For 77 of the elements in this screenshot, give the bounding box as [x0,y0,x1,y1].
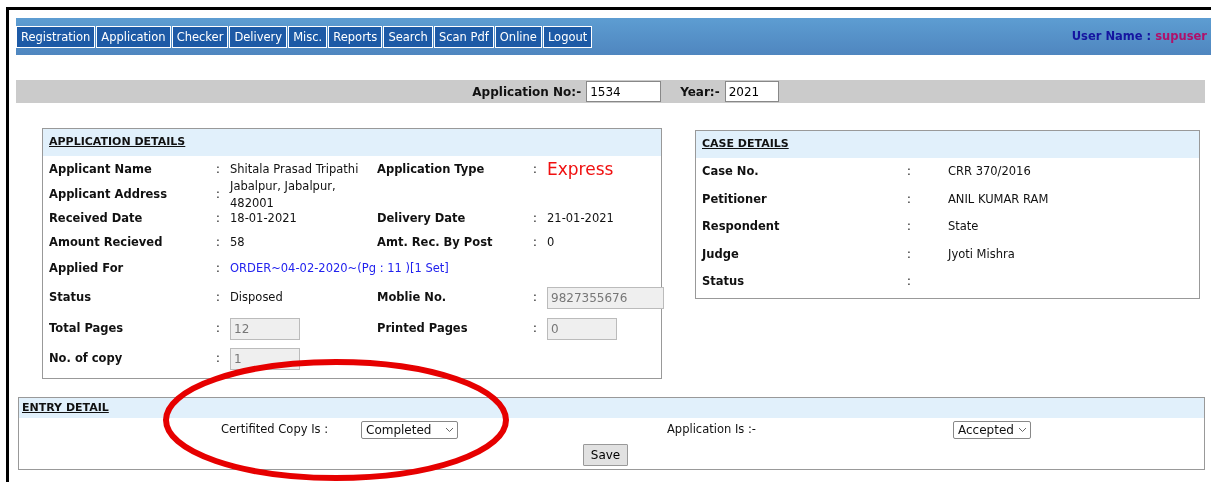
field-label: Judge [702,245,739,263]
field-value: 18-01-2021 [230,210,297,228]
field-label: Applicant Name [49,160,152,178]
field-label: Moblie No. [377,288,447,306]
field-label: Amount Recieved [49,234,163,252]
field-label: Received Date [49,210,143,228]
field-value: CRR 370/2016 [948,163,1031,181]
field-value: Jabalpur, Jabalpur, 482001 [230,177,337,212]
field-value: 58 [230,234,245,252]
menu-button[interactable]: Misc. [288,25,328,48]
colon: : [907,190,911,208]
readonly-field: 0 [547,317,617,340]
caret-icon [1018,427,1027,433]
user-name: User Name : supuser [1071,27,1207,45]
colon: : [216,319,220,337]
menu-button[interactable]: Online [494,25,542,48]
colon: : [533,160,537,178]
applied-for-link[interactable]: ORDER~04-02-2020~(Pg : 11 )[1 Set] [230,259,449,278]
field-label: Petitioner [702,190,767,208]
field-label: Status [49,288,92,306]
field-label: Application Type [377,160,485,178]
field-value: State [948,218,979,236]
readonly-field: 12 [230,317,300,340]
dropdown[interactable]: Completed [361,421,458,439]
colon: : [216,259,220,277]
field-label: No. of copy [49,350,123,368]
menu-button[interactable]: Search [383,25,433,48]
colon: : [533,319,537,337]
colon: : [533,234,537,252]
year-label: Year:- [680,83,720,101]
colon: : [216,210,220,228]
colon: : [907,273,911,291]
year-field[interactable]: 2021 [724,81,779,102]
panel-title: ENTRY DETAIL [22,399,109,416]
field-label: Status [702,273,745,291]
field-label: Applicant Address [49,186,168,204]
colon: : [907,163,911,181]
field-label: Amt. Rec. By Post [377,234,493,252]
panel-title: CASE DETAILS [702,136,789,153]
colon: : [907,245,911,263]
menu-button[interactable]: Reports [328,25,383,48]
field-value: 21-01-2021 [547,210,614,228]
dropdown[interactable]: Accepted [953,421,1031,439]
save-button[interactable]: Save [582,444,629,466]
colon: : [216,288,220,306]
field-value: Express [547,157,614,181]
field-value: Jyoti Mishra [948,245,1015,263]
menu-button[interactable]: Logout [542,25,593,48]
menu-button[interactable]: Application [96,25,171,48]
colon: : [216,350,220,368]
menu-button[interactable]: Registration [16,25,96,48]
caret-icon [445,427,454,433]
menu-button[interactable]: Checker [171,25,229,48]
field-value: Disposed [230,288,283,306]
certified-copy-label: Certifited Copy Is : [221,421,330,439]
field-label: Respondent [702,218,780,236]
field-label: Case No. [702,163,759,181]
field-label: Total Pages [49,319,124,337]
colon: : [216,234,220,252]
field-label: Applied For [49,259,124,277]
colon: : [216,160,220,178]
panel-title: APPLICATION DETAILS [49,134,186,151]
field-value: ANIL KUMAR RAM [948,190,1049,208]
field-label: Printed Pages [377,319,468,337]
application-number-label: Application No:- [472,83,582,101]
colon: : [907,218,911,236]
field-value: 0 [547,234,555,252]
application-number-field[interactable]: 1534 [586,81,662,102]
colon: : [533,210,537,228]
field-label: Delivery Date [377,210,466,228]
application-status-label: Application Is :- [667,421,757,439]
menu-button[interactable]: Delivery [229,25,288,48]
colon: : [216,186,220,204]
menu-button[interactable]: Scan Pdf [433,25,494,48]
field-value: Shitala Prasad Tripathi [230,160,359,178]
colon: : [533,288,537,306]
readonly-field: 9827355676 [547,286,664,309]
